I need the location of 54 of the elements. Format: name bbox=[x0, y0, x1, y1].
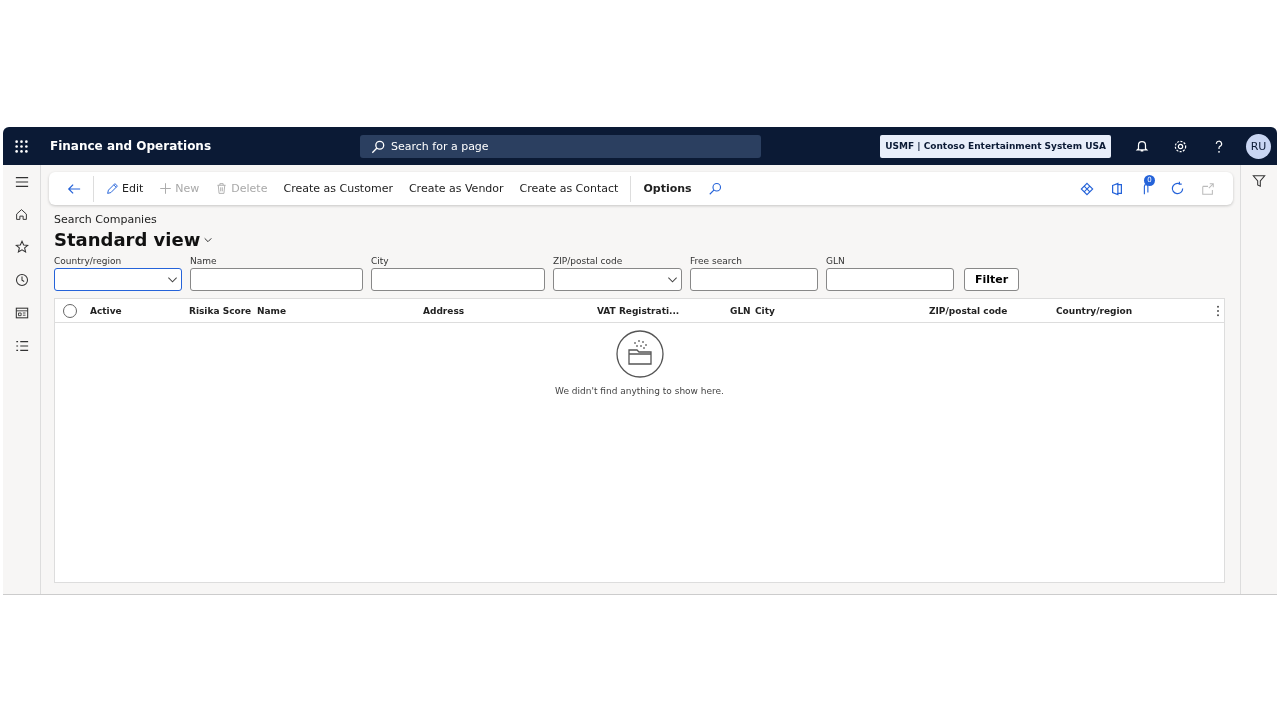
dropdown-field[interactable] bbox=[553, 268, 682, 291]
search-icon[interactable] bbox=[707, 181, 722, 196]
star-icon[interactable] bbox=[14, 240, 29, 254]
pencil-icon bbox=[106, 182, 119, 195]
input-field[interactable] bbox=[190, 268, 363, 291]
empty-message: We didn't find anything to show here. bbox=[555, 386, 724, 396]
plus-icon bbox=[159, 182, 173, 195]
column-header[interactable]: Address bbox=[423, 305, 597, 316]
toolbar-button[interactable]: Create as Customer bbox=[275, 175, 401, 202]
toolbar-button[interactable]: Options bbox=[635, 175, 700, 202]
field-label: City bbox=[371, 256, 389, 266]
list-icon[interactable] bbox=[14, 339, 29, 353]
field-label: Country/region bbox=[54, 256, 122, 266]
toolbar-button[interactable]: Create as Contact bbox=[511, 175, 627, 202]
company-picker[interactable]: USMF | Contoso Entertainment System USA bbox=[880, 134, 1111, 158]
filter-icon[interactable] bbox=[1252, 174, 1266, 188]
filter-button[interactable]: Filter bbox=[964, 268, 1020, 291]
more-options-icon[interactable] bbox=[1216, 304, 1220, 317]
column-header[interactable]: ZIP/postal code bbox=[929, 305, 1056, 316]
field-label: GLN bbox=[826, 256, 845, 266]
input-field[interactable] bbox=[371, 268, 545, 291]
view-selector[interactable]: Standard view bbox=[54, 229, 201, 250]
input-field[interactable] bbox=[826, 268, 954, 291]
column-header[interactable]: Name bbox=[257, 305, 423, 316]
toolbar-button[interactable]: Create as Vendor bbox=[400, 175, 512, 202]
dropdown-field[interactable] bbox=[54, 268, 182, 291]
field-label: ZIP/postal code bbox=[553, 256, 623, 266]
column-header[interactable]: Country/region bbox=[1056, 305, 1206, 316]
user-avatar[interactable]: RU bbox=[1246, 133, 1271, 159]
column-header[interactable]: GLN bbox=[730, 305, 755, 316]
toolbar-button[interactable]: Edit bbox=[98, 175, 152, 202]
field-label: Free search bbox=[690, 256, 742, 266]
app-title: Finance and Operations bbox=[50, 139, 213, 153]
search-field[interactable]: Search for a page bbox=[360, 134, 761, 158]
refresh-icon[interactable] bbox=[1170, 181, 1185, 196]
office-icon[interactable] bbox=[1110, 181, 1124, 196]
settings-icon[interactable] bbox=[1173, 138, 1188, 154]
back-arrow-icon[interactable] bbox=[67, 181, 81, 196]
column-header[interactable]: City bbox=[755, 305, 929, 316]
empty-folder-icon bbox=[615, 330, 664, 378]
column-header[interactable]: VAT Registrati... bbox=[597, 305, 730, 316]
page-caption: Search Companies bbox=[54, 213, 157, 226]
bell-icon[interactable] bbox=[1135, 139, 1149, 153]
column-header[interactable]: Risika Score bbox=[189, 305, 257, 316]
home-icon[interactable] bbox=[15, 208, 28, 221]
column-header[interactable]: Active bbox=[90, 305, 189, 316]
workspace-icon[interactable] bbox=[14, 306, 29, 320]
field-label: Name bbox=[190, 256, 217, 266]
app-launcher-icon[interactable] bbox=[15, 139, 28, 153]
input-field[interactable] bbox=[690, 268, 818, 291]
trash-icon bbox=[215, 182, 229, 195]
clock-icon[interactable] bbox=[14, 273, 29, 287]
diamond-icon[interactable] bbox=[1080, 181, 1094, 196]
menu-icon[interactable] bbox=[14, 175, 29, 189]
